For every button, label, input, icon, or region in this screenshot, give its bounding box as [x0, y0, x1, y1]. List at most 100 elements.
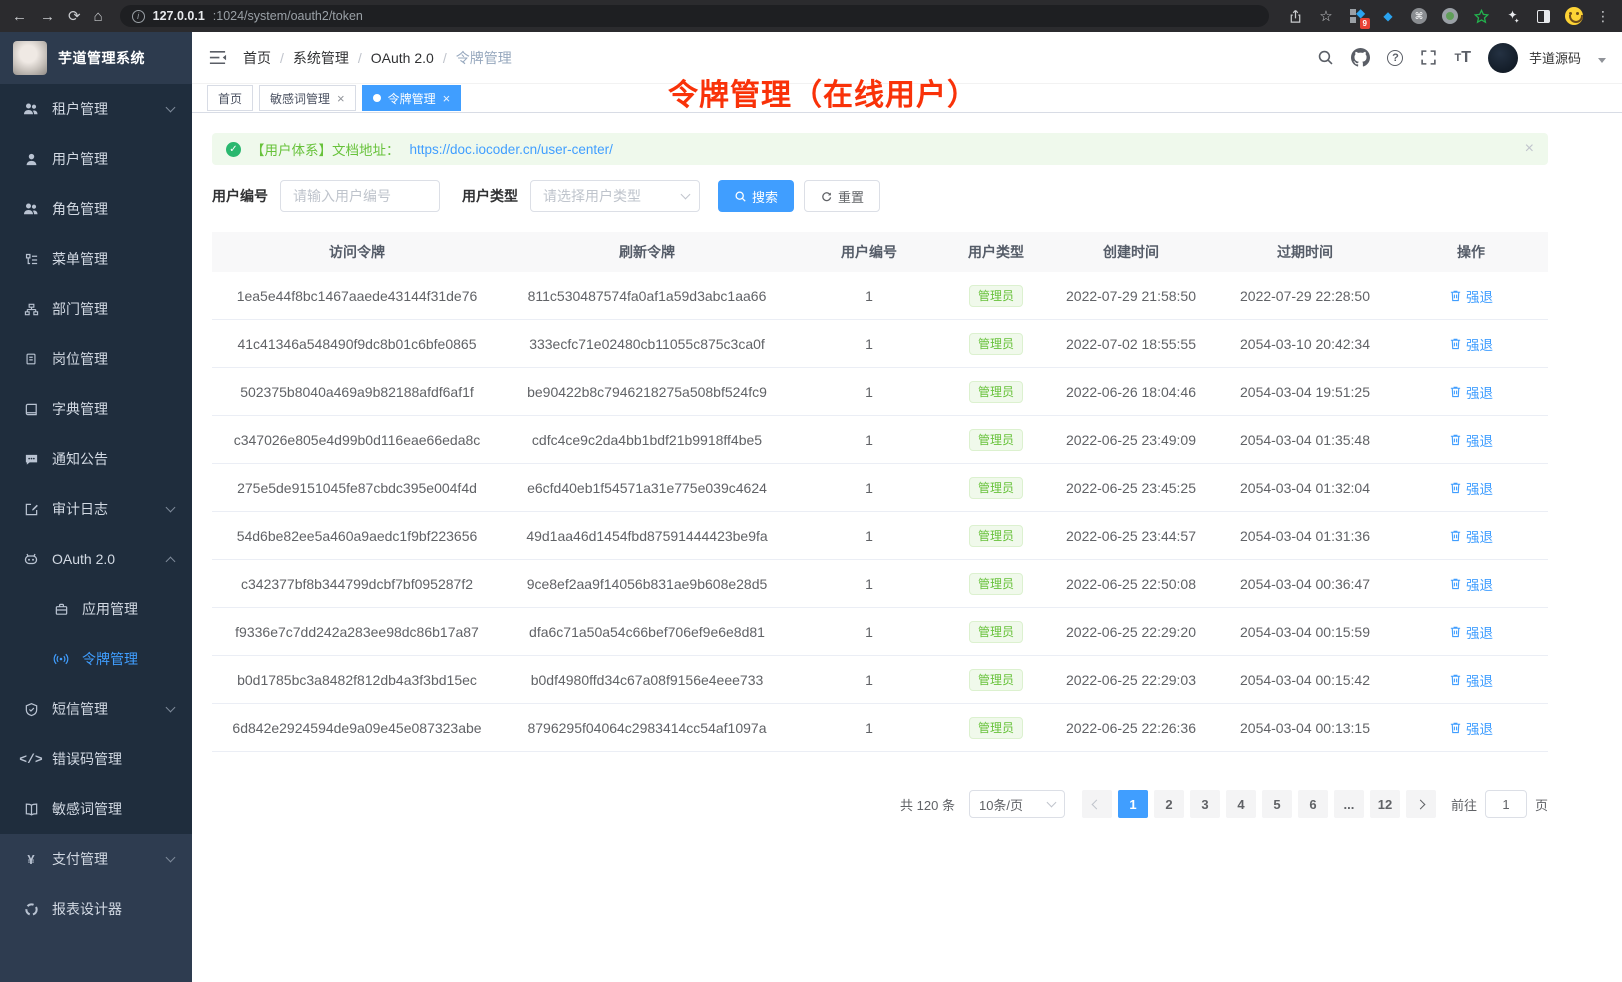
- force-logout-button[interactable]: 强退: [1449, 286, 1493, 306]
- broadcast-icon: [52, 651, 70, 667]
- breadcrumb-oauth[interactable]: OAuth 2.0: [371, 50, 434, 66]
- total-count: 共 120 条: [900, 795, 955, 814]
- pager-page-5[interactable]: 5: [1262, 790, 1292, 818]
- sidebar-item-report[interactable]: 报表设计器: [0, 884, 192, 934]
- app-logo[interactable]: 芋道管理系统: [0, 32, 192, 84]
- user-menu-caret-icon[interactable]: [1598, 58, 1606, 63]
- sidebar-item-errcode[interactable]: </> 错误码管理: [0, 734, 192, 784]
- user-id-input[interactable]: [280, 180, 440, 212]
- alert-close-icon[interactable]: ×: [1525, 140, 1534, 158]
- extension-tabs-icon[interactable]: ◆ 9: [1348, 7, 1366, 25]
- force-logout-button[interactable]: 强退: [1449, 622, 1493, 642]
- sidebar-item-label: 角色管理: [52, 199, 108, 219]
- breadcrumb-home[interactable]: 首页: [243, 48, 271, 68]
- reload-icon[interactable]: ⟳: [68, 9, 81, 24]
- sidebar-bottom-section: ¥ 支付管理 报表设计器: [0, 834, 192, 982]
- back-icon[interactable]: ←: [12, 9, 27, 24]
- force-logout-button[interactable]: 强退: [1449, 670, 1493, 690]
- sidebar-item-oauth-app[interactable]: 应用管理: [0, 584, 192, 634]
- sidebar-item-tenant[interactable]: 租户管理: [0, 84, 192, 134]
- close-icon[interactable]: ×: [443, 92, 451, 105]
- sidebar-item-notice[interactable]: 通知公告: [0, 434, 192, 484]
- sidebar-item-label: 字典管理: [52, 399, 108, 419]
- report-designer-icon: [22, 902, 40, 917]
- tab-home[interactable]: 首页: [207, 85, 253, 111]
- tab-token-management[interactable]: 令牌管理 ×: [362, 85, 462, 111]
- forward-icon[interactable]: →: [40, 9, 55, 24]
- force-logout-button[interactable]: 强退: [1449, 334, 1493, 354]
- share-icon[interactable]: [1286, 7, 1304, 25]
- sidebar-item-audit[interactable]: 审计日志: [0, 484, 192, 534]
- force-logout-button[interactable]: 强退: [1449, 526, 1493, 546]
- sidebar-item-dict[interactable]: 字典管理: [0, 384, 192, 434]
- address-bar[interactable]: i 127.0.0.1:1024/system/oauth2/token: [120, 5, 1269, 27]
- pager-page-12[interactable]: 12: [1370, 790, 1400, 818]
- bookmark-star-icon[interactable]: ☆: [1317, 7, 1335, 25]
- extension-gem-icon[interactable]: ◆: [1379, 7, 1397, 25]
- table-row: c342377bf8b344799dcbf7bf095287f2 9ce8ef2…: [212, 560, 1548, 608]
- force-logout-button[interactable]: 强退: [1449, 430, 1493, 450]
- tab-sensitive-words[interactable]: 敏感词管理 ×: [259, 85, 356, 111]
- reset-button[interactable]: 重置: [804, 180, 880, 212]
- sidebar-item-menu[interactable]: 菜单管理: [0, 234, 192, 284]
- doc-link[interactable]: https://doc.iocoder.cn/user-center/: [410, 142, 613, 157]
- sidebar-item-role[interactable]: 角色管理: [0, 184, 192, 234]
- font-size-icon[interactable]: TT: [1454, 49, 1471, 67]
- force-logout-button[interactable]: 强退: [1449, 478, 1493, 498]
- user-type-select[interactable]: 请选择用户类型: [530, 180, 700, 212]
- username[interactable]: 芋道源码: [1529, 48, 1581, 67]
- open-book-icon: [22, 802, 40, 817]
- user-type-label: 用户类型: [462, 186, 518, 206]
- page-size-select[interactable]: 10条/页: [969, 790, 1065, 818]
- breadcrumb-system[interactable]: 系统管理: [293, 48, 349, 68]
- sidebar-item-dept[interactable]: 部门管理: [0, 284, 192, 334]
- sidebar-item-pay[interactable]: ¥ 支付管理: [0, 834, 192, 884]
- close-icon[interactable]: ×: [337, 92, 345, 105]
- extension-record-icon[interactable]: [1441, 7, 1459, 25]
- pager-page-3[interactable]: 3: [1190, 790, 1220, 818]
- browser-chrome: ← → ⟳ ⌂ i 127.0.0.1:1024/system/oauth2/t…: [0, 0, 1622, 32]
- force-logout-button[interactable]: 强退: [1449, 574, 1493, 594]
- chevron-down-icon: [166, 502, 176, 512]
- pager-next-button[interactable]: [1406, 790, 1436, 818]
- chevron-down-icon: [166, 102, 176, 112]
- sidebar-item-label: 通知公告: [52, 449, 108, 469]
- help-icon[interactable]: ?: [1387, 50, 1403, 66]
- sidebar-item-oauth-token[interactable]: 令牌管理: [0, 634, 192, 684]
- sidebar-item-post[interactable]: 岗位管理: [0, 334, 192, 384]
- search-button[interactable]: 搜索: [718, 180, 794, 212]
- pager-page-1[interactable]: 1: [1118, 790, 1148, 818]
- browser-profile-avatar[interactable]: [1565, 7, 1583, 25]
- extension-cmd-icon[interactable]: ⌘: [1410, 7, 1428, 25]
- code-icon: </>: [22, 752, 40, 767]
- force-logout-button[interactable]: 强退: [1449, 718, 1493, 738]
- sidebar-item-sms[interactable]: 短信管理: [0, 684, 192, 734]
- user-type-badge: 管理员: [969, 717, 1023, 739]
- github-icon[interactable]: [1351, 48, 1370, 67]
- home-icon[interactable]: ⌂: [94, 9, 103, 24]
- pager-page-4[interactable]: 4: [1226, 790, 1256, 818]
- search-icon[interactable]: [1317, 49, 1334, 66]
- pager-prev-button[interactable]: [1082, 790, 1112, 818]
- url-host: 127.0.0.1: [153, 9, 205, 23]
- extension-spark-icon[interactable]: [1503, 7, 1521, 25]
- goto-page-input[interactable]: [1485, 790, 1527, 818]
- sidebar-item-sensitive[interactable]: 敏感词管理: [0, 784, 192, 834]
- browser-menu-icon[interactable]: ⋮: [1596, 8, 1610, 25]
- filter-form: 用户编号 用户类型 请选择用户类型 搜索 重置: [212, 180, 1548, 212]
- pager-page-2[interactable]: 2: [1154, 790, 1184, 818]
- site-info-icon[interactable]: i: [132, 10, 145, 23]
- table-row: 275e5de9151045fe87cbdc395e004f4d e6cfd40…: [212, 464, 1548, 512]
- table-row: c347026e805e4d99b0d116eae66eda8c cdfc4ce…: [212, 416, 1548, 464]
- fullscreen-icon[interactable]: [1420, 49, 1437, 66]
- pager-more-button[interactable]: ...: [1334, 790, 1364, 818]
- pager-page-6[interactable]: 6: [1298, 790, 1328, 818]
- extension-star-icon[interactable]: [1472, 7, 1490, 25]
- top-navbar: 首页 / 系统管理 / OAuth 2.0 / 令牌管理 ? TT: [192, 32, 1622, 84]
- user-avatar[interactable]: [1488, 43, 1518, 73]
- sidebar-item-user[interactable]: 用户管理: [0, 134, 192, 184]
- extension-sidebar-icon[interactable]: [1534, 7, 1552, 25]
- force-logout-button[interactable]: 强退: [1449, 382, 1493, 402]
- sidebar-item-oauth[interactable]: OAuth 2.0: [0, 534, 192, 584]
- sidebar-collapse-icon[interactable]: [208, 49, 227, 66]
